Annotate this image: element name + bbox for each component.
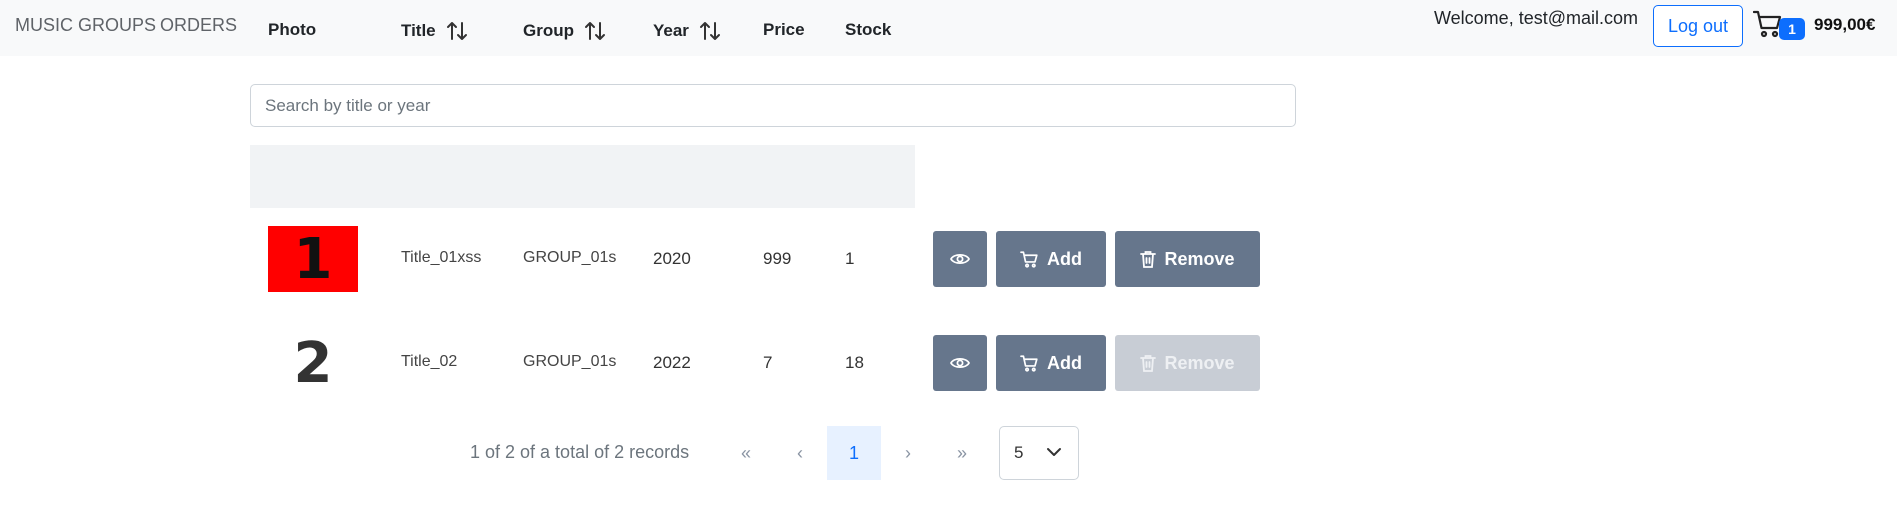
welcome-text: Welcome, test@mail.com: [1434, 8, 1638, 28]
sort-icon[interactable]: [584, 20, 606, 42]
column-header-price: Price: [763, 20, 805, 40]
column-header-year-label: Year: [653, 21, 689, 40]
album-photo: 1: [268, 226, 358, 292]
cell-title: Title_02: [401, 353, 458, 370]
cell-year: 2022: [653, 353, 691, 372]
column-header-title-label: Title: [401, 21, 436, 40]
album-photo-number: 1: [293, 226, 333, 292]
cell-price: 7: [763, 353, 773, 372]
first-page-button[interactable]: «: [719, 426, 773, 480]
cell-title: Title_01xss: [401, 249, 482, 266]
current-page-button[interactable]: 1: [827, 426, 881, 480]
prev-page-button[interactable]: ‹: [773, 426, 827, 480]
cell-group: GROUP_01s: [523, 353, 617, 370]
cart-icon: [1020, 250, 1039, 268]
cell-year: 2020: [653, 249, 691, 268]
cell-stock: 18: [845, 353, 864, 372]
cart-count-badge: 1: [1779, 18, 1805, 40]
add-to-cart-button[interactable]: Add: [996, 231, 1106, 287]
add-button-label: Add: [1047, 352, 1082, 373]
sort-icon[interactable]: [446, 20, 468, 42]
column-header-stock: Stock: [845, 20, 891, 40]
nav-music-groups[interactable]: MUSIC GROUPS: [15, 15, 156, 36]
column-header-group[interactable]: Group: [523, 20, 606, 42]
remove-button-label: Remove: [1164, 352, 1235, 373]
album-photo-number: 2: [293, 330, 333, 396]
album-photo: 2: [268, 330, 358, 396]
trash-icon: [1140, 354, 1157, 372]
view-button[interactable]: [933, 335, 987, 391]
column-header-price-label: Price: [763, 20, 805, 39]
remove-button-disabled: Remove: [1115, 335, 1260, 391]
eye-icon: [950, 356, 970, 370]
column-header-stock-label: Stock: [845, 20, 892, 39]
column-header-photo: Photo: [268, 20, 316, 40]
column-header-photo-label: Photo: [268, 20, 317, 39]
cart-icon: [1020, 354, 1039, 372]
column-header-group-label: Group: [523, 21, 574, 40]
add-button-label: Add: [1047, 248, 1082, 269]
cell-price: 999: [763, 249, 792, 268]
page-size-value: 5: [1014, 443, 1024, 462]
cell-stock: 1: [845, 249, 855, 268]
eye-icon: [950, 252, 970, 266]
page-size-select[interactable]: 5: [999, 426, 1079, 480]
sort-icon[interactable]: [699, 20, 721, 42]
view-button[interactable]: [933, 231, 987, 287]
remove-button-label: Remove: [1164, 248, 1235, 269]
remove-button[interactable]: Remove: [1115, 231, 1260, 287]
pagination-info: 1 of 2 of a total of 2 records: [470, 442, 690, 462]
logout-button[interactable]: Log out: [1653, 5, 1743, 47]
column-header-title[interactable]: Title: [401, 20, 468, 42]
next-page-button[interactable]: ›: [881, 426, 935, 480]
cart-total: 999,00€: [1814, 15, 1876, 34]
search-input[interactable]: [250, 84, 1296, 127]
cell-group: GROUP_01s: [523, 249, 617, 266]
add-to-cart-button[interactable]: Add: [996, 335, 1106, 391]
table-header: [250, 145, 915, 208]
last-page-button[interactable]: »: [935, 426, 989, 480]
column-header-year[interactable]: Year: [653, 20, 721, 42]
trash-icon: [1140, 250, 1157, 268]
nav-orders[interactable]: ORDERS: [160, 15, 237, 36]
